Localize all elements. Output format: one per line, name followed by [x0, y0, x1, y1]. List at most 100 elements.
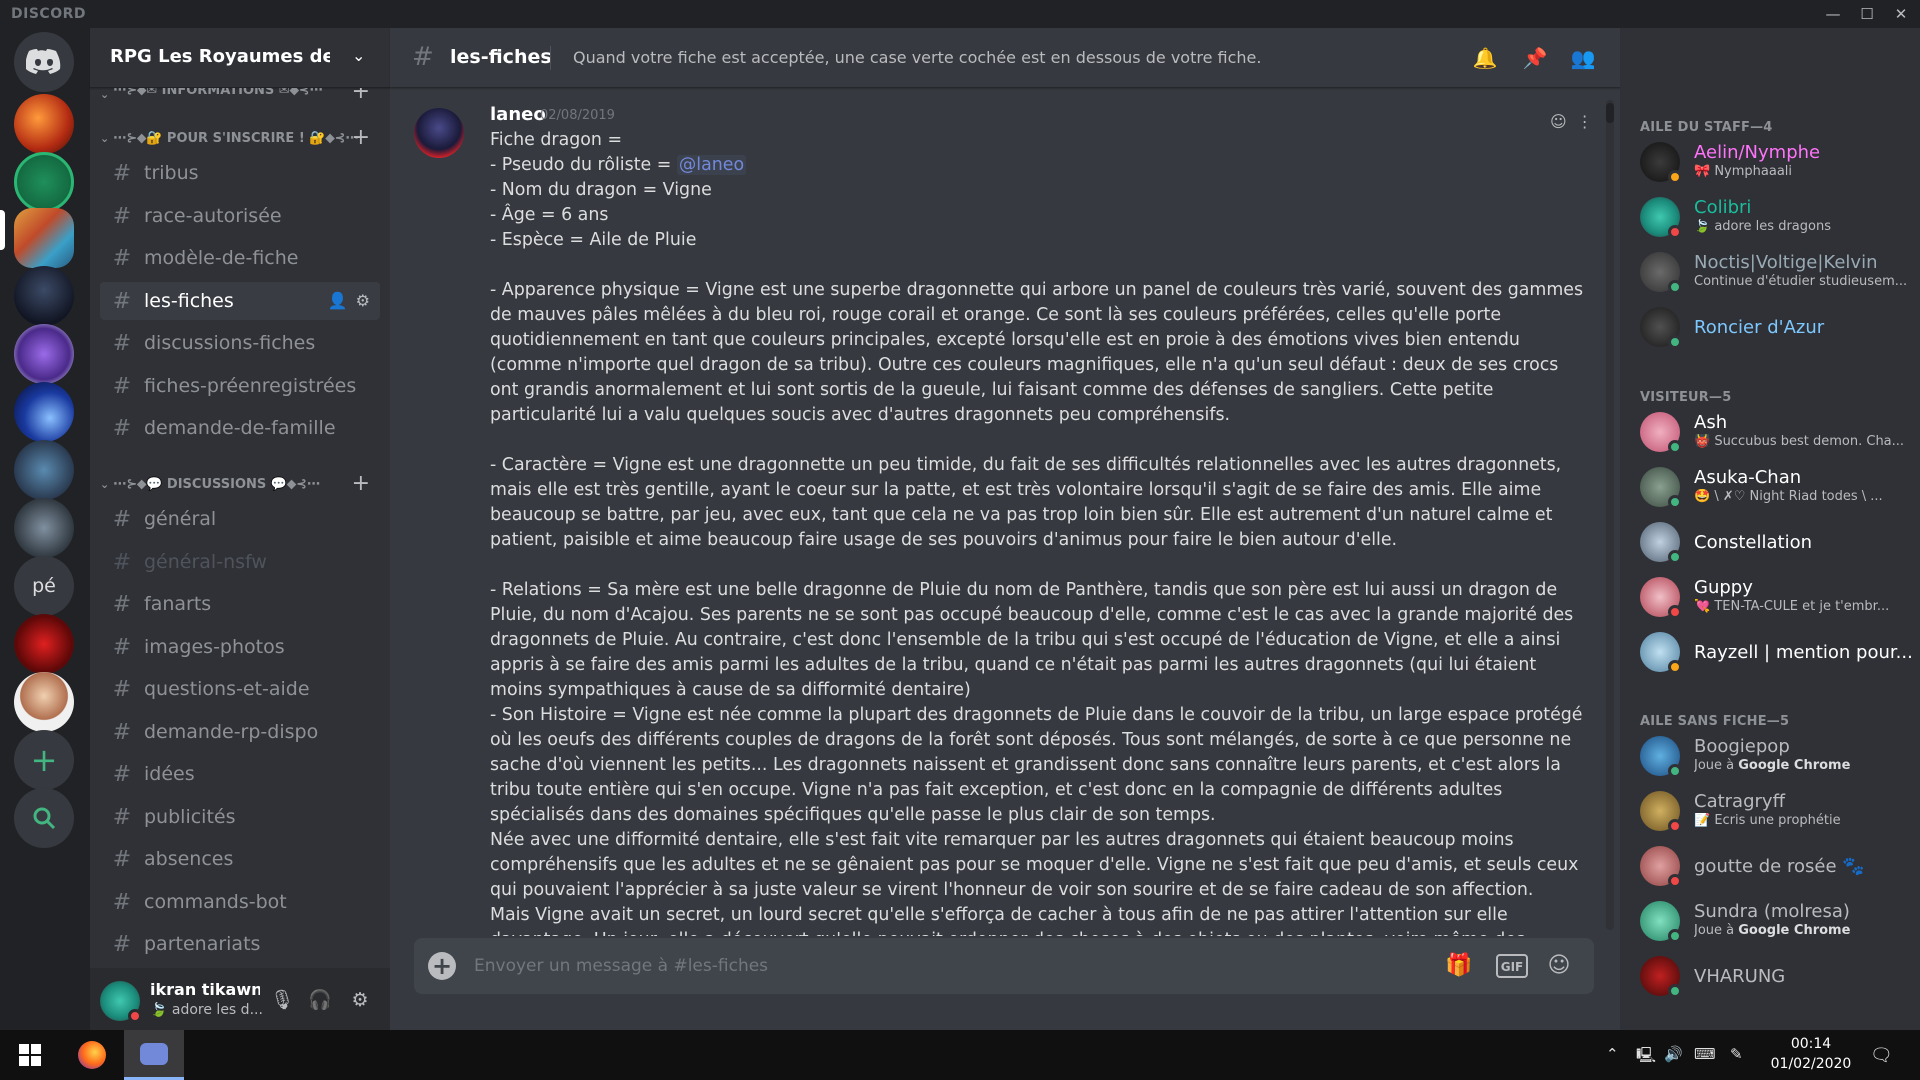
channel-general-nsfw[interactable]: # général-nsfw: [100, 543, 380, 581]
discord-taskbar-button[interactable]: [124, 1030, 184, 1080]
server-icon-green[interactable]: [14, 152, 74, 212]
tray-overflow-icon[interactable]: ⌃: [1606, 1045, 1619, 1063]
network-icon[interactable]: 🖳: [1636, 1045, 1656, 1070]
headphones-icon[interactable]: 🎧: [308, 988, 332, 1012]
gift-icon[interactable]: 🎁: [1444, 952, 1474, 980]
gif-button[interactable]: GIF: [1496, 954, 1528, 978]
server-icon-avatar-man[interactable]: [14, 672, 74, 732]
member-item[interactable]: Roncier d'Azur: [1640, 303, 1910, 351]
member-item[interactable]: Guppy 💘 TEN-TA-CULE et je t'embr...: [1640, 573, 1910, 621]
server-icon-red-mask[interactable]: [14, 614, 74, 674]
emoji-icon[interactable]: ☺: [1544, 952, 1574, 980]
member-item[interactable]: Sundra (molresa) Joue à Google Chrome: [1640, 897, 1910, 945]
keyboard-icon[interactable]: ⌨: [1694, 1045, 1716, 1063]
channel-tribus[interactable]: # tribus: [100, 154, 380, 192]
member-group-title: AILE DU STAFF—4: [1640, 120, 1773, 135]
members-icon[interactable]: 👥: [1570, 45, 1596, 71]
channel-topic[interactable]: Quand votre fiche est acceptée, une case…: [573, 48, 1261, 67]
channel-commands-bot[interactable]: # commands-bot: [100, 883, 380, 921]
firefox-taskbar-button[interactable]: [62, 1030, 122, 1080]
server-icon-royaumes-de-feu[interactable]: [14, 208, 74, 268]
presence-dot: [1668, 764, 1682, 778]
server-icon-grey-dragon[interactable]: [14, 498, 74, 558]
message-line: - Nom du dragon = Vigne: [490, 180, 712, 200]
pin-icon[interactable]: 📌: [1522, 45, 1548, 71]
member-status: Joue à Google Chrome: [1694, 758, 1914, 773]
member-name: Constellation: [1694, 532, 1813, 553]
home-button[interactable]: [14, 32, 74, 92]
invite-icon[interactable]: 👤: [328, 291, 348, 310]
add-channel-icon[interactable]: +: [352, 88, 370, 100]
add-server-button[interactable]: +: [14, 730, 74, 790]
app-brand: DISCORD: [11, 6, 86, 22]
member-item[interactable]: Asuka-Chan 🤩 \ ✗♡ Night Riad todes \ ...: [1640, 463, 1910, 511]
server-icon-blue-dragon[interactable]: [14, 440, 74, 500]
member-item[interactable]: VHARUNG: [1640, 952, 1910, 1000]
category-discussions[interactable]: ⌄ ⋯⊱⬥💬 DISCUSSIONS 💬⬥⊰⋯ +: [96, 472, 386, 496]
message-author[interactable]: laneo: [490, 104, 546, 125]
channel-publicites[interactable]: # publicités: [100, 798, 380, 836]
channel-label: général: [144, 508, 217, 530]
channel-discussions-fiches[interactable]: # discussions-fiches: [100, 324, 380, 362]
maximize-button[interactable]: ☐: [1850, 3, 1884, 25]
scrollbar-track[interactable]: [1606, 100, 1614, 930]
bell-icon[interactable]: 🔔: [1472, 45, 1498, 71]
volume-icon[interactable]: 🔊: [1664, 1045, 1683, 1063]
channel-label: demande-de-famille: [144, 417, 336, 439]
upload-button[interactable]: +: [428, 952, 456, 980]
channel-les-fiches[interactable]: # les-fiches 👤 ⚙: [100, 282, 380, 320]
server-icon-fire[interactable]: [14, 94, 74, 154]
gear-icon[interactable]: ⚙: [348, 988, 372, 1012]
message-text: - Pseudo du rôliste =: [490, 155, 677, 175]
scrollbar-thumb[interactable]: [1606, 103, 1614, 123]
channel-race-autorisee[interactable]: # race-autorisée: [100, 197, 380, 235]
notifications-icon[interactable]: 🗨: [1870, 1045, 1893, 1066]
channel-title: les-fiches: [450, 46, 552, 68]
member-item[interactable]: Constellation: [1640, 518, 1910, 566]
channel-modele-de-fiche[interactable]: # modèle-de-fiche: [100, 239, 380, 277]
member-item[interactable]: Boogiepop Joue à Google Chrome: [1640, 732, 1910, 780]
gear-icon[interactable]: ⚙: [356, 291, 370, 310]
channel-demande-de-famille[interactable]: # demande-de-famille: [100, 409, 380, 447]
member-name: Roncier d'Azur: [1694, 317, 1825, 338]
minimize-button[interactable]: —: [1816, 3, 1850, 25]
start-button[interactable]: [0, 1030, 60, 1080]
message-input[interactable]: [474, 952, 1374, 980]
member-item[interactable]: Catragryff 📝 Ecris une prophétie: [1640, 787, 1910, 835]
channel-images-photos[interactable]: # images-photos: [100, 628, 380, 666]
hash-icon: #: [112, 330, 132, 356]
member-name: Catragryff: [1694, 791, 1785, 812]
channel-fanarts[interactable]: # fanarts: [100, 585, 380, 623]
member-item[interactable]: Ash 👹 Succubus best demon. Cha...: [1640, 408, 1910, 456]
user-mention[interactable]: @laneo: [676, 155, 747, 175]
server-icon-pe[interactable]: pé: [14, 556, 74, 616]
avatar[interactable]: [414, 108, 464, 158]
server-icon-planet[interactable]: [14, 382, 74, 442]
taskbar-clock[interactable]: 00:14 01/02/2020: [1766, 1034, 1856, 1074]
channel-absences[interactable]: # absences: [100, 840, 380, 878]
pen-icon[interactable]: ✎: [1730, 1045, 1743, 1063]
microphone-icon[interactable]: 🎙: [270, 988, 294, 1012]
channel-general[interactable]: # général: [100, 500, 380, 538]
channel-questions-et-aide[interactable]: # questions-et-aide: [100, 670, 380, 708]
member-item[interactable]: Aelin/Nymphe 🎀 Nymphaaali: [1640, 138, 1910, 186]
channel-fiches-preenregistrees[interactable]: # fiches-préenregistrées: [100, 367, 380, 405]
member-item[interactable]: Noctis|Voltige|Kelvin Continue d'étudier…: [1640, 248, 1910, 296]
server-icon-dark-dragon[interactable]: [14, 266, 74, 326]
member-item[interactable]: Colibri 🍃 adore les dragons: [1640, 193, 1910, 241]
add-channel-icon[interactable]: +: [352, 472, 370, 496]
member-item[interactable]: goutte de rosée 🐾: [1640, 842, 1910, 890]
category-pour-sinscrire[interactable]: ⌄ ⋯⊱⬥🔐 POUR S'INSCRIRE ! 🔐⬥⊰⋯ +: [96, 126, 386, 150]
header-divider: [550, 46, 551, 70]
add-channel-icon[interactable]: +: [352, 126, 370, 150]
explore-servers-button[interactable]: [14, 788, 74, 848]
member-item[interactable]: Rayzell | mention pour...: [1640, 628, 1913, 676]
user-status: 🍃 adore les d...: [150, 1002, 270, 1018]
server-icon-purple-clock[interactable]: [14, 324, 74, 384]
category-informations[interactable]: ⌄ ⋯⊱⬥✉ INFORMATIONS ✉⬥⊰⋯ +: [96, 88, 386, 100]
server-header[interactable]: RPG Les Royaumes de Fe... ⌄: [90, 28, 390, 88]
channel-idees[interactable]: # idées: [100, 755, 380, 793]
close-button[interactable]: ✕: [1884, 3, 1918, 25]
channel-demande-rp-dispo[interactable]: # demande-rp-dispo: [100, 713, 380, 751]
channel-partenariats[interactable]: # partenariats: [100, 925, 380, 963]
